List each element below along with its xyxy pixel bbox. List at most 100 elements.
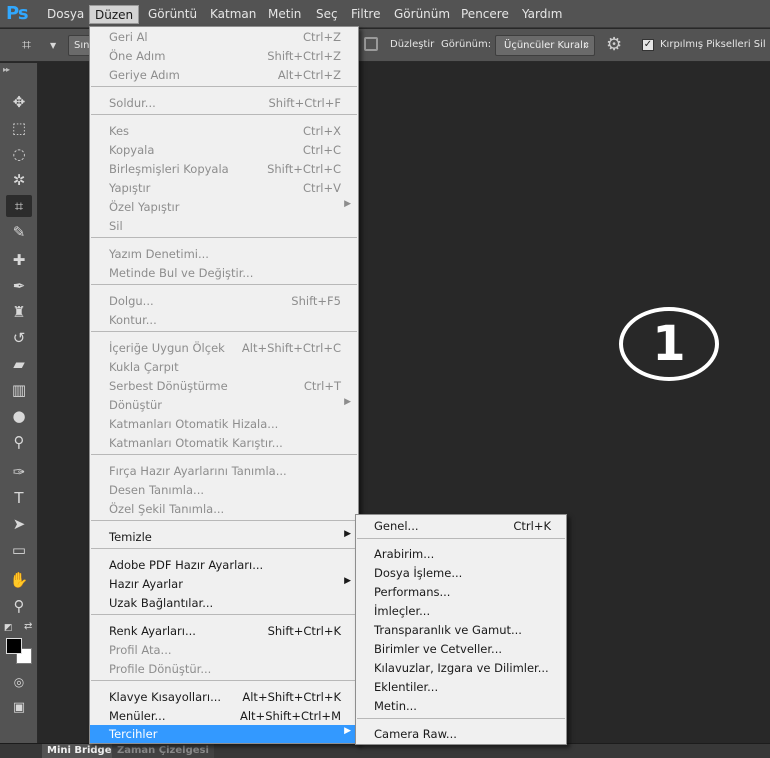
menu-item-free-transform[interactable]: Serbest Dönüştürme Ctrl+T xyxy=(90,377,358,395)
menu-separator xyxy=(91,114,357,115)
menu-item-menus[interactable]: Menüler... Alt+Shift+Ctrl+M xyxy=(90,707,358,725)
dodge-tool-icon[interactable]: ⚲ xyxy=(6,431,32,453)
gear-icon[interactable]: ⚙ xyxy=(606,34,622,55)
menu-item-convert-profile[interactable]: Profile Dönüştür... xyxy=(90,660,358,678)
menu-item-clear[interactable]: Sil xyxy=(90,217,358,235)
view-label: Görünüm: xyxy=(441,39,492,50)
lasso-tool-icon[interactable]: ◌ xyxy=(6,143,32,165)
submenu-item-performance[interactable]: Performans... xyxy=(356,583,566,601)
pen-tool-icon[interactable]: ✑ xyxy=(6,461,32,483)
menu-item-find-replace[interactable]: Metinde Bul ve Değiştir... xyxy=(90,264,358,282)
eraser-tool-icon[interactable]: ▰ xyxy=(6,353,32,375)
menu-item-step-backward[interactable]: Geriye Adım Alt+Ctrl+Z xyxy=(90,66,358,84)
menu-select[interactable]: Seç xyxy=(311,6,343,23)
menu-item-assign-profile[interactable]: Profil Ata... xyxy=(90,641,358,659)
chevron-right-icon: ▶ xyxy=(344,529,351,539)
clone-stamp-tool-icon[interactable]: ♜ xyxy=(6,301,32,323)
menu-help[interactable]: Yardım xyxy=(517,6,567,23)
crop-tool-icon[interactable]: ⌗ xyxy=(6,195,32,217)
menu-item-paste-special[interactable]: Özel Yapıştır ▶ xyxy=(90,198,358,216)
menu-window[interactable]: Pencere xyxy=(456,6,514,23)
chevron-right-icon: ▶ xyxy=(344,199,351,209)
menu-item-puppet-warp[interactable]: Kukla Çarpıt xyxy=(90,358,358,376)
menu-edit[interactable]: Düzen xyxy=(89,5,140,24)
type-tool-icon[interactable]: T xyxy=(6,487,32,509)
move-tool-icon[interactable]: ✥ xyxy=(6,91,32,113)
menu-item-define-brush[interactable]: Fırça Hazır Ayarlarını Tanımla... xyxy=(90,462,358,480)
menu-item-transform[interactable]: Dönüştür ▶ xyxy=(90,396,358,414)
menu-separator xyxy=(357,718,565,719)
submenu-item-plugins[interactable]: Eklentiler... xyxy=(356,678,566,696)
menu-item-undo[interactable]: Geri Al Ctrl+Z xyxy=(90,28,358,46)
menu-item-auto-align[interactable]: Katmanları Otomatik Hizala... xyxy=(90,415,358,433)
submenu-item-units[interactable]: Birimler ve Cetveller... xyxy=(356,640,566,658)
menu-type[interactable]: Metin xyxy=(263,6,306,23)
menu-image[interactable]: Görüntü xyxy=(143,6,202,23)
blur-tool-icon[interactable]: ● xyxy=(6,405,32,427)
crop-tool-icon[interactable]: ⌗ xyxy=(22,35,31,55)
menu-item-preferences[interactable]: Tercihler ▶ xyxy=(90,725,358,743)
zoom-tool-icon[interactable]: ⚲ xyxy=(6,595,32,617)
menu-separator xyxy=(91,86,357,87)
shape-tool-icon[interactable]: ▭ xyxy=(6,539,32,561)
menu-item-cut[interactable]: Kes Ctrl+X xyxy=(90,122,358,140)
menu-item-purge[interactable]: Temizle ▶ xyxy=(90,528,358,546)
quick-mask-icon[interactable]: ◎ xyxy=(6,671,32,693)
menu-item-auto-blend[interactable]: Katmanları Otomatik Karıştır... xyxy=(90,434,358,452)
swap-colors-icon[interactable]: ⇄ xyxy=(24,621,32,632)
menu-item-presets[interactable]: Hazır Ayarlar ▶ xyxy=(90,575,358,593)
menu-item-copy[interactable]: Kopyala Ctrl+C xyxy=(90,141,358,159)
menu-item-paste[interactable]: Yapıştır Ctrl+V xyxy=(90,179,358,197)
tab-mini-bridge[interactable]: Mini Bridge xyxy=(42,744,117,758)
submenu-item-cursors[interactable]: İmleçler... xyxy=(356,602,566,620)
submenu-item-file-handling[interactable]: Dosya İşleme... xyxy=(356,564,566,582)
menu-item-keyboard-shortcuts[interactable]: Klavye Kısayolları... Alt+Shift+Ctrl+K xyxy=(90,688,358,706)
healing-brush-tool-icon[interactable]: ✚ xyxy=(6,249,32,271)
straighten-label[interactable]: Düzleştir xyxy=(390,39,434,50)
menu-item-step-forward[interactable]: Öne Adım Shift+Ctrl+Z xyxy=(90,47,358,65)
chevron-down-icon[interactable]: ▼ xyxy=(50,41,56,50)
submenu-item-general[interactable]: Genel... Ctrl+K xyxy=(356,517,566,535)
submenu-item-transparency[interactable]: Transparanlık ve Gamut... xyxy=(356,621,566,639)
submenu-item-guides[interactable]: Kılavuzlar, Izgara ve Dilimler... xyxy=(356,659,566,677)
straighten-icon[interactable] xyxy=(364,37,378,51)
eyedropper-tool-icon[interactable]: ✎ xyxy=(6,221,32,243)
menu-item-remote-connections[interactable]: Uzak Bağlantılar... xyxy=(90,594,358,612)
brush-tool-icon[interactable]: ✒ xyxy=(6,275,32,297)
menu-filter[interactable]: Filtre xyxy=(346,6,385,23)
menu-layer[interactable]: Katman xyxy=(205,6,261,23)
menu-item-fill[interactable]: Dolgu... Shift+F5 xyxy=(90,292,358,310)
hand-tool-icon[interactable]: ✋ xyxy=(6,569,32,591)
menu-separator xyxy=(91,614,357,615)
menu-item-pdf-presets[interactable]: Adobe PDF Hazır Ayarları... xyxy=(90,556,358,574)
gradient-tool-icon[interactable]: ▥ xyxy=(6,379,32,401)
menu-view[interactable]: Görünüm xyxy=(389,6,455,23)
screen-mode-icon[interactable]: ▣ xyxy=(6,697,32,719)
menu-item-content-aware-scale[interactable]: İçeriğe Uygun Ölçek Alt+Shift+Ctrl+C xyxy=(90,339,358,357)
foreground-color-swatch[interactable] xyxy=(6,638,22,654)
magic-wand-tool-icon[interactable]: ✲ xyxy=(6,169,32,191)
menu-item-copy-merged[interactable]: Birleşmişleri Kopyala Shift+Ctrl+C xyxy=(90,160,358,178)
menu-item-define-shape[interactable]: Özel Şekil Tanımla... xyxy=(90,500,358,518)
delete-cropped-checkbox[interactable]: ✓ xyxy=(642,39,654,51)
panel-collapse-icon[interactable]: ▸▸ xyxy=(3,65,10,74)
menu-item-define-pattern[interactable]: Desen Tanımla... xyxy=(90,481,358,499)
history-brush-tool-icon[interactable]: ↺ xyxy=(6,327,32,349)
menu-file[interactable]: Dosya xyxy=(42,6,89,23)
menu-separator xyxy=(91,548,357,549)
submenu-item-type[interactable]: Metin... xyxy=(356,697,566,715)
bottom-panel-tabs: Mini Bridge Zaman Çizelgesi xyxy=(0,743,770,758)
default-colors-icon[interactable]: ◩ xyxy=(4,623,13,633)
menu-item-color-settings[interactable]: Renk Ayarları... Shift+Ctrl+K xyxy=(90,622,358,640)
menu-item-stroke[interactable]: Kontur... xyxy=(90,311,358,329)
submenu-item-camera-raw[interactable]: Camera Raw... xyxy=(356,725,566,743)
menu-item-check-spelling[interactable]: Yazım Denetimi... xyxy=(90,245,358,263)
path-selection-tool-icon[interactable]: ➤ xyxy=(6,513,32,535)
marquee-tool-icon[interactable]: ⬚ xyxy=(6,117,32,139)
menu-item-fade[interactable]: Soldur... Shift+Ctrl+F xyxy=(90,94,358,112)
submenu-item-interface[interactable]: Arabirim... xyxy=(356,545,566,563)
menu-bar: Ps Dosya Düzen Görüntü Katman Metin Seç … xyxy=(0,0,770,28)
view-overlay-select[interactable]: Üçüncüler Kuralı ⇕ xyxy=(495,35,595,56)
tab-timeline[interactable]: Zaman Çizelgesi xyxy=(112,744,214,758)
menu-separator xyxy=(91,520,357,521)
